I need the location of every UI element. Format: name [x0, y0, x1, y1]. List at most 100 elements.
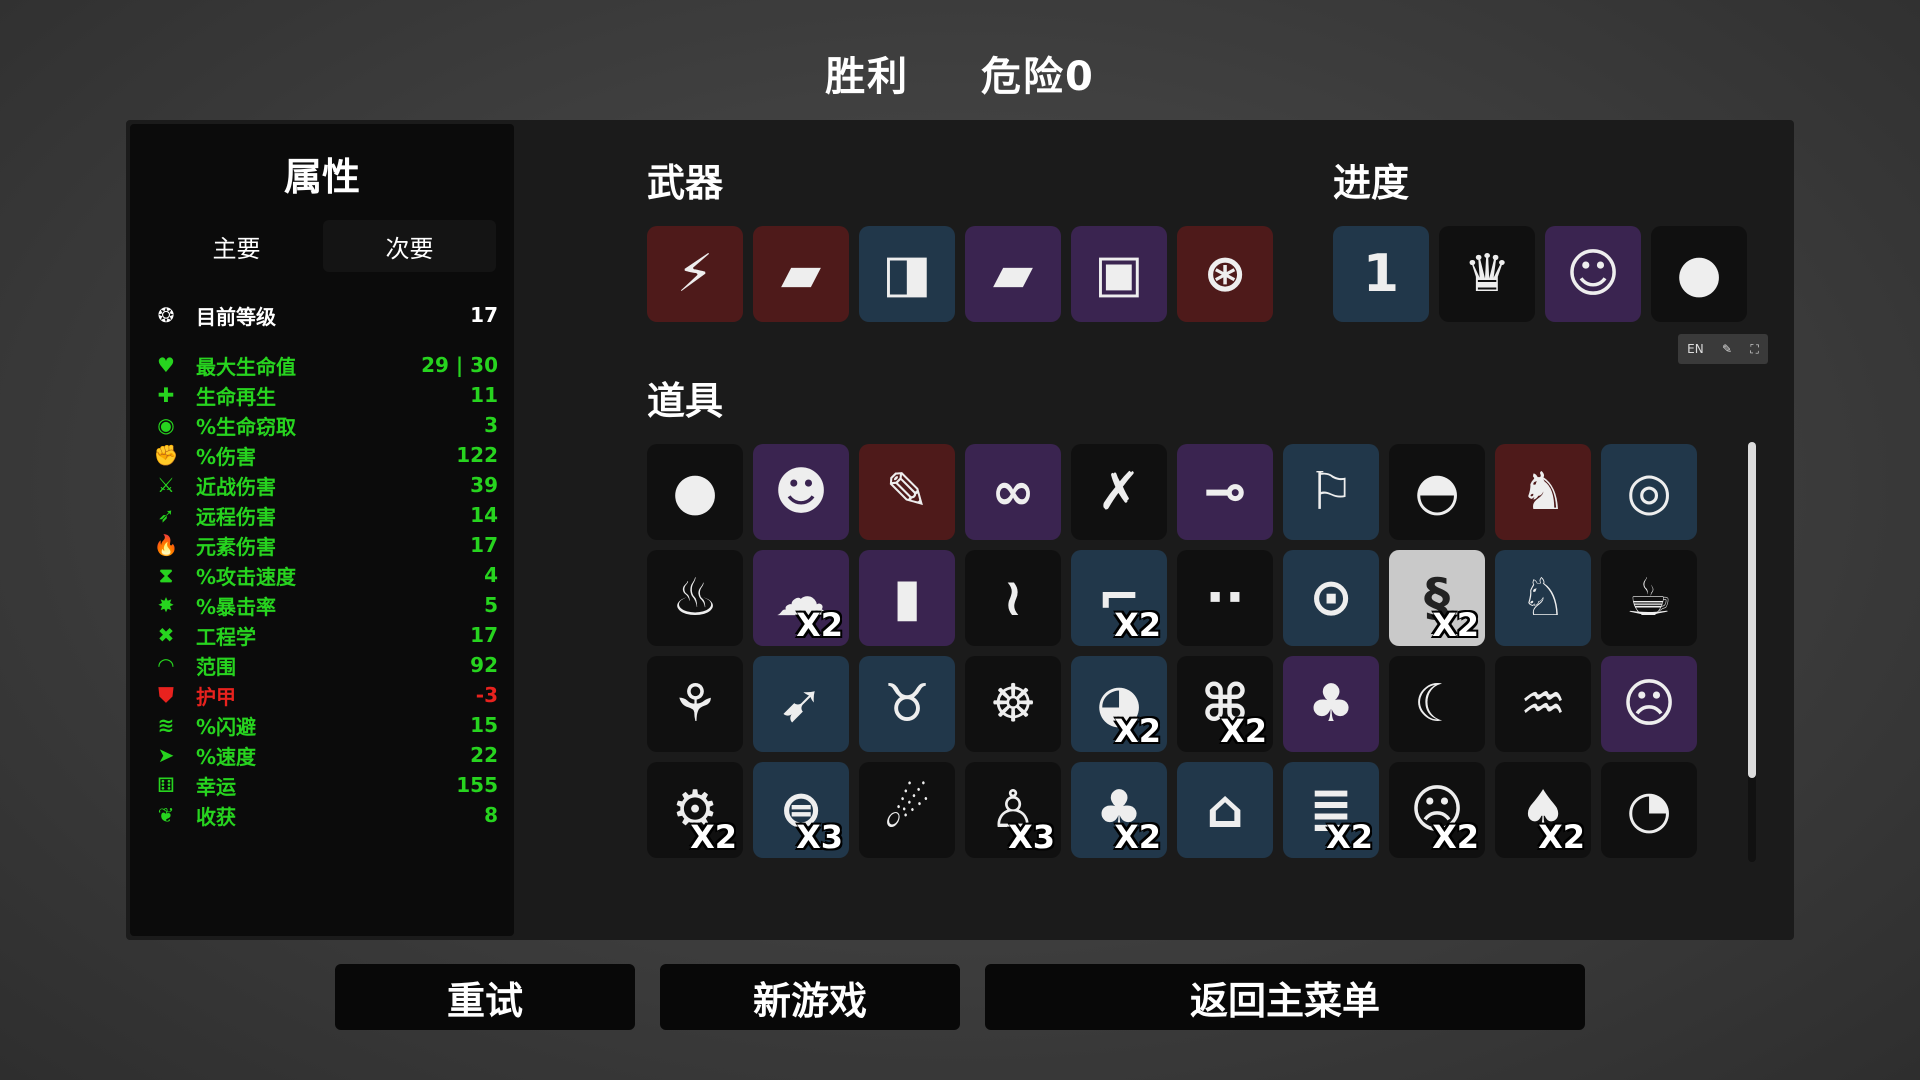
- items-grid-tile[interactable]: ☻: [753, 444, 849, 540]
- items-grid-tile[interactable]: ☸: [965, 656, 1061, 752]
- items-grid-tile[interactable]: ∞: [965, 444, 1061, 540]
- wave-number-icon: 1: [1362, 244, 1400, 304]
- stat-row[interactable]: ✸ %暴击率 5: [152, 590, 498, 620]
- weapons-items-tile[interactable]: ▰: [753, 226, 849, 322]
- items-grid-tile[interactable]: ☁ X2: [753, 550, 849, 646]
- white-flag-icon: ⚐: [1307, 462, 1355, 522]
- stat-row[interactable]: ❂ 目前等级 17: [152, 300, 498, 330]
- items-grid-tile[interactable]: ◎: [1601, 444, 1697, 540]
- stat-row[interactable]: ⛊ 护甲 -3: [152, 680, 499, 710]
- ghost-icon: ☹: [1621, 674, 1677, 734]
- progress-items-tile[interactable]: ♛: [1439, 226, 1535, 322]
- run-summary-panel: 属性 主要 次要 ❂ 目前等级 17 ♥ 最大生命值 29 | 30 ✚ 生命再生 11 ◉ %生命…: [126, 120, 1794, 940]
- stat-row[interactable]: ❦ 收获 8: [152, 800, 498, 830]
- items-grid-tile[interactable]: ◓: [1389, 444, 1485, 540]
- weapons-items-tile[interactable]: ▣: [1071, 226, 1167, 322]
- items-grid-tile[interactable]: ∙∙: [1177, 550, 1273, 646]
- bullet-icon: ▮: [892, 568, 922, 628]
- items-grid-tile[interactable]: ◕ X2: [1071, 656, 1167, 752]
- stat-value: 5: [484, 593, 498, 617]
- stat-label: %闪避: [196, 714, 257, 739]
- items-grid-tile[interactable]: ☹: [1601, 656, 1697, 752]
- stat-row[interactable]: ◉ %生命窃取 3: [152, 410, 498, 440]
- stat-row[interactable]: ✚ 生命再生 11: [152, 380, 498, 410]
- items-grid-tile[interactable]: ♉: [859, 656, 955, 752]
- items-grid-tile[interactable]: ♞: [1495, 444, 1591, 540]
- tab-secondary[interactable]: 次要: [323, 220, 496, 272]
- main-menu-button[interactable]: 返回主菜单: [985, 964, 1585, 1030]
- new-game-button[interactable]: 新游戏: [660, 964, 960, 1030]
- stat-row[interactable]: ✖ 工程学 17: [152, 620, 498, 650]
- stack-count: X2: [796, 606, 843, 644]
- weapons-items-tile[interactable]: ▰: [965, 226, 1061, 322]
- items-grid-tile[interactable]: ☾: [1389, 656, 1485, 752]
- items-grid-tile[interactable]: ⌐ X2: [1071, 550, 1167, 646]
- items-grid-tile[interactable]: ◔: [1601, 762, 1697, 858]
- items-grid-tile[interactable]: ☹ X2: [1389, 762, 1485, 858]
- items-grid-tile[interactable]: ⚐: [1283, 444, 1379, 540]
- items-grid-tile[interactable]: ⌘ X2: [1177, 656, 1273, 752]
- language-widget[interactable]: EN ✎ ⛶: [1678, 334, 1768, 364]
- stat-row[interactable]: ≋ %闪避 15: [152, 710, 498, 740]
- items-grid-tile[interactable]: ⊸: [1177, 444, 1273, 540]
- items-grid-tile[interactable]: ♣: [1283, 656, 1379, 752]
- items-grid-tile[interactable]: ≣ X2: [1283, 762, 1379, 858]
- pistol-icon: ▰: [781, 244, 821, 304]
- items-grid-tile[interactable]: ☕: [1601, 550, 1697, 646]
- stat-label: %生命窃取: [196, 414, 297, 439]
- melee-icon: ⚔: [157, 473, 175, 497]
- stat-label: 护甲: [196, 684, 236, 709]
- cat-companion-icon: ☺: [1565, 244, 1621, 304]
- items-grid-tile[interactable]: § X2: [1389, 550, 1485, 646]
- items-grid-tile[interactable]: ♨: [647, 550, 743, 646]
- stat-row[interactable]: ➤ %速度 22: [152, 740, 498, 770]
- items-grid-tile[interactable]: ♘: [1495, 550, 1591, 646]
- items-grid-tile[interactable]: ≀: [965, 550, 1061, 646]
- weapons-items-tile[interactable]: ◨: [859, 226, 955, 322]
- stat-row[interactable]: ➶ 远程伤害 14: [152, 500, 498, 530]
- items-grid-tile[interactable]: ♙ X3: [965, 762, 1061, 858]
- luck-icon: ⚅: [157, 773, 175, 797]
- progress-items-tile[interactable]: ●: [1651, 226, 1747, 322]
- retry-button[interactable]: 重试: [335, 964, 635, 1030]
- stat-row[interactable]: ⧗ %攻击速度 4: [152, 560, 498, 590]
- items-grid-tile[interactable]: ▮: [859, 550, 955, 646]
- items-grid-tile[interactable]: ♒: [1495, 656, 1591, 752]
- lightning-wand-icon: ⚡: [676, 244, 714, 304]
- sprout-icon: ⚘: [671, 674, 719, 734]
- stat-row[interactable]: 🔥 元素伤害 17: [152, 530, 498, 560]
- items-grid-tile[interactable]: ✎: [859, 444, 955, 540]
- progress-items-tile[interactable]: ☺: [1545, 226, 1641, 322]
- tab-primary[interactable]: 主要: [150, 220, 323, 272]
- progress-items-tile[interactable]: 1: [1333, 226, 1429, 322]
- elemental-icon: 🔥: [153, 533, 179, 557]
- items-grid-tile[interactable]: ☄: [859, 762, 955, 858]
- stat-value: 17: [470, 303, 498, 327]
- stat-row[interactable]: ♥ 最大生命值 29 | 30: [152, 350, 498, 380]
- stat-row[interactable]: ◠ 范围 92: [152, 650, 498, 680]
- items-scrollbar[interactable]: [1748, 442, 1756, 862]
- scrollbar-thumb[interactable]: [1748, 442, 1756, 778]
- items-grid-tile[interactable]: ⌂: [1177, 762, 1273, 858]
- bearded-face-icon: ☻: [773, 462, 829, 522]
- items-title: 道具: [647, 379, 724, 423]
- weapons-items-tile[interactable]: ⊛: [1177, 226, 1273, 322]
- items-grid-tile[interactable]: ⚘: [647, 656, 743, 752]
- items-grid-tile[interactable]: ●: [647, 444, 743, 540]
- items-grid-tile[interactable]: ⚙ X2: [647, 762, 743, 858]
- stat-value: 14: [470, 503, 498, 527]
- items-grid-tile[interactable]: ♣ X2: [1071, 762, 1167, 858]
- items-grid-tile[interactable]: ⊜ X3: [753, 762, 849, 858]
- items-grid-tile[interactable]: ♠ X2: [1495, 762, 1591, 858]
- items-grid-tile[interactable]: ✗: [1071, 444, 1167, 540]
- items-grid-tile[interactable]: ⊙: [1283, 550, 1379, 646]
- stat-row[interactable]: ⚅ 幸运 155: [152, 770, 498, 800]
- weapons-items-tile[interactable]: ⚡: [647, 226, 743, 322]
- stat-row[interactable]: ⚔ 近战伤害 39: [152, 470, 498, 500]
- stat-value: 4: [484, 563, 498, 587]
- items-grid-tile[interactable]: ➹: [753, 656, 849, 752]
- stat-row[interactable]: ✊ %伤害 122: [152, 440, 498, 470]
- rubber-duck-icon: ◔: [1626, 780, 1672, 840]
- heart-icon: ♥: [157, 353, 175, 377]
- crescent-moon-icon: ☾: [1413, 674, 1461, 734]
